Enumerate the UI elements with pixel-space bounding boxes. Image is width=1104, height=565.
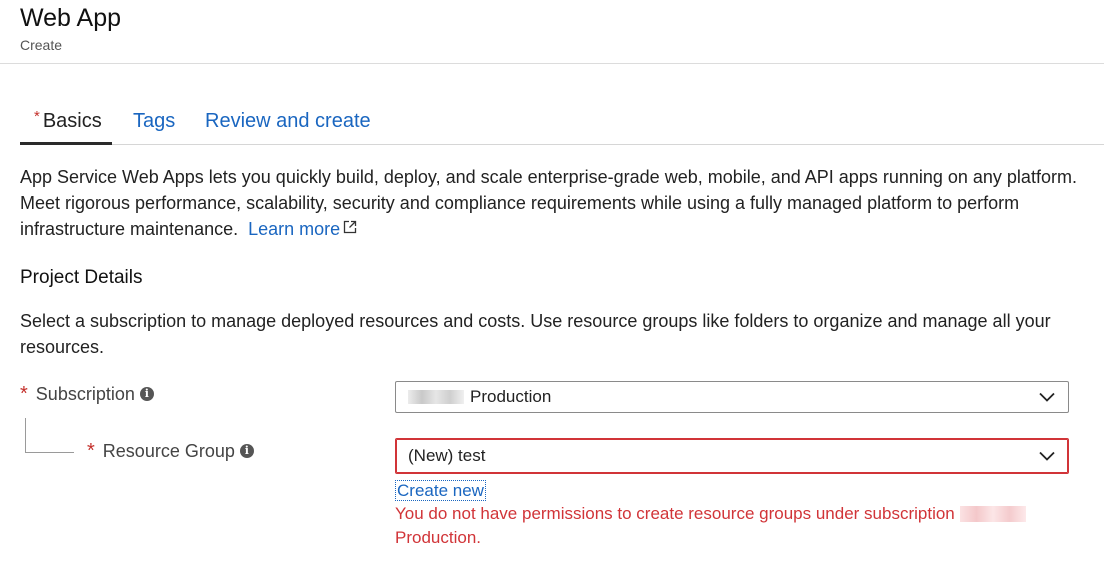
external-link-icon [344, 221, 357, 234]
subscription-label: * Subscription i [20, 383, 154, 406]
page-title: Web App [20, 4, 122, 32]
learn-more-link[interactable]: Learn more [248, 219, 357, 239]
chevron-down-icon [1039, 392, 1055, 402]
chevron-down-icon [1039, 451, 1055, 461]
info-icon[interactable]: i [139, 387, 154, 402]
resource-group-label: * Resource Group i [87, 440, 254, 463]
permission-error-message: You do not have permissions to create re… [395, 502, 1075, 550]
redacted-subscription-name [408, 389, 464, 404]
intro-description: App Service Web Apps lets you quickly bu… [20, 167, 1077, 239]
info-icon[interactable]: i [239, 444, 254, 459]
blade-header: Web App Create [0, 0, 1104, 64]
tab-tags[interactable]: Tags [133, 110, 175, 133]
project-details-heading: Project Details [20, 267, 143, 288]
page-subtitle: Create [20, 37, 63, 53]
tab-basics[interactable]: * Basics [20, 108, 112, 145]
subscription-dropdown[interactable]: Production [395, 381, 1069, 413]
tab-review-and-create[interactable]: Review and create [205, 110, 371, 133]
hierarchy-connector [25, 418, 74, 453]
tab-bar: * Basics Tags Review and create [20, 108, 1104, 145]
create-new-resource-group-link[interactable]: Create new [395, 480, 486, 501]
redacted-subscription-name [959, 505, 1026, 522]
resource-group-dropdown[interactable]: (New) test [395, 438, 1069, 474]
required-asterisk: * [87, 440, 95, 462]
required-asterisk: * [34, 108, 40, 125]
project-details-description: Select a subscription to manage deployed… [20, 311, 1051, 357]
required-asterisk: * [20, 383, 28, 405]
